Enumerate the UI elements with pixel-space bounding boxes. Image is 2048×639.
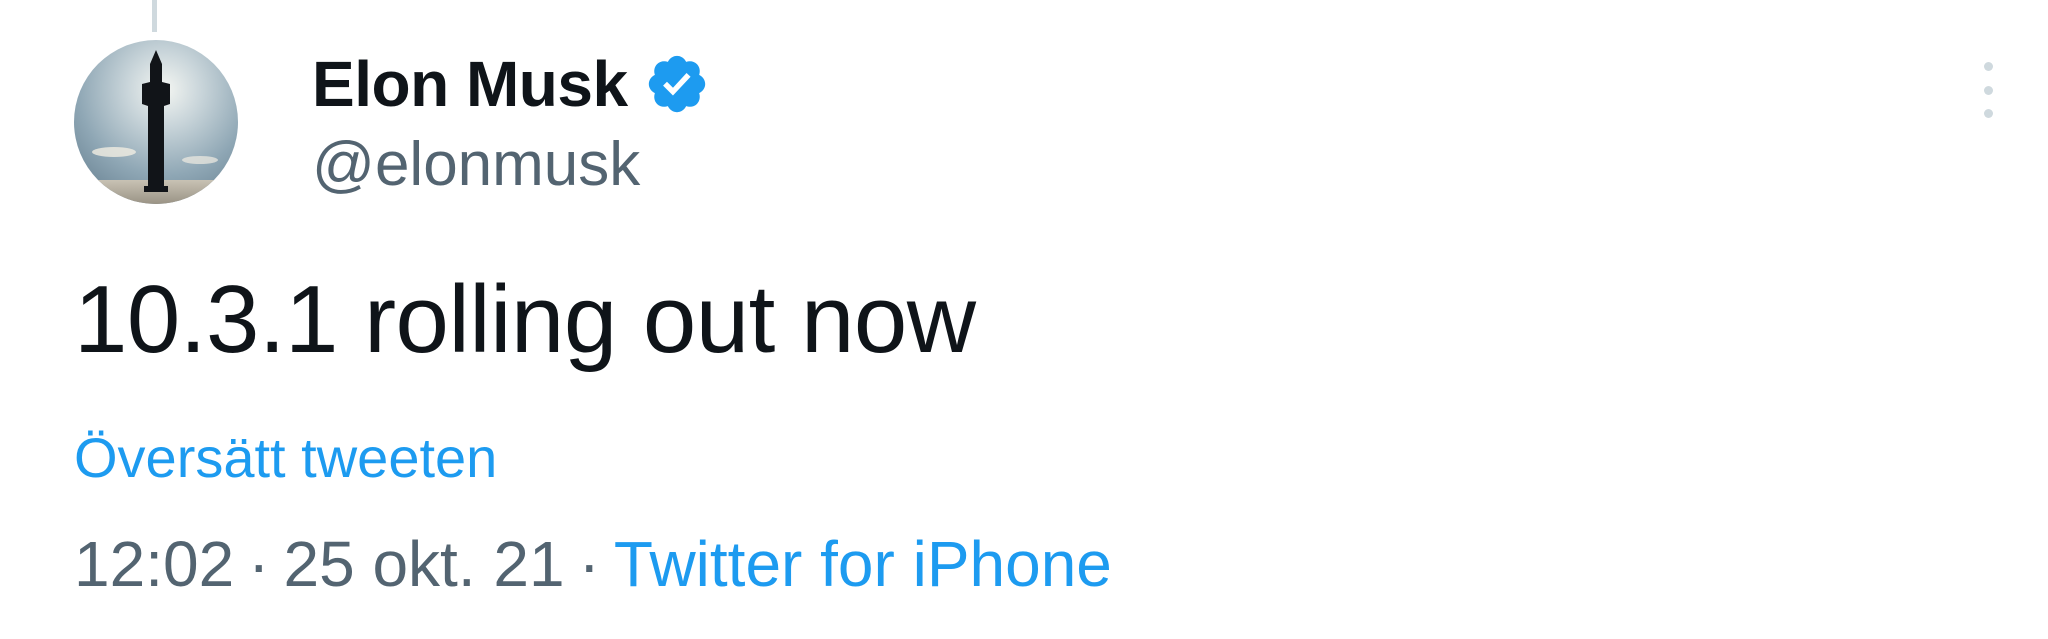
tweet-text: 10.3.1 rolling out now [74, 266, 976, 373]
tweet-time[interactable]: 12:02 [74, 528, 234, 600]
author-handle[interactable]: @elonmusk [312, 134, 710, 196]
more-options-icon[interactable] [1968, 58, 2008, 122]
meta-separator: · [248, 528, 270, 600]
verified-badge-icon [644, 51, 710, 117]
meta-separator: · [578, 528, 600, 600]
tweet-source-link[interactable]: Twitter for iPhone [614, 528, 1112, 600]
translate-tweet-link[interactable]: Översätt tweeten [74, 430, 497, 486]
tweet-header: Elon Musk @elonmusk [312, 38, 710, 196]
more-dot [1983, 85, 1993, 95]
author-display-name[interactable]: Elon Musk [312, 52, 628, 116]
rocket-silhouette-avatar-icon [74, 40, 238, 204]
tweet-date[interactable]: 25 okt. 21 [283, 528, 564, 600]
more-dot [1983, 62, 1993, 71]
more-dot [1983, 109, 1993, 118]
avatar[interactable] [74, 40, 238, 204]
tweet-metadata: 12:02 · 25 okt. 21 · Twitter for iPhone [74, 532, 1112, 596]
thread-connector-line [152, 0, 157, 32]
author-name-row: Elon Musk [312, 38, 710, 130]
